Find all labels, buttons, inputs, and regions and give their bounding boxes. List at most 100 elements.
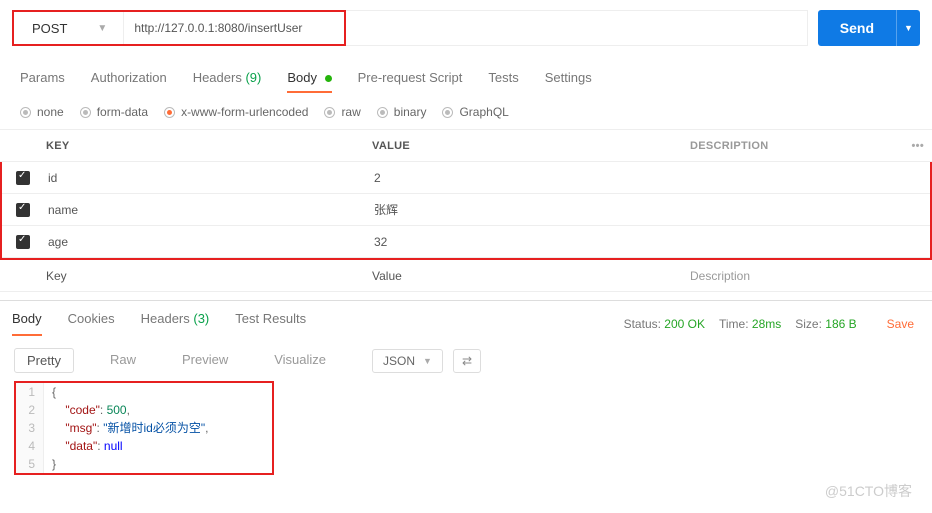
table-row: id 2 — [2, 162, 930, 194]
checkbox-checked-icon[interactable] — [16, 235, 30, 249]
rtab-cookies[interactable]: Cookies — [68, 311, 115, 336]
rtab-testresults[interactable]: Test Results — [235, 311, 306, 336]
view-visualize[interactable]: Visualize — [264, 348, 336, 373]
table-row: age 32 — [2, 226, 930, 258]
cell-key[interactable]: name — [44, 203, 374, 217]
line-number: 4 — [16, 437, 44, 455]
radio-label: GraphQL — [459, 105, 508, 119]
radio-label: binary — [394, 105, 427, 119]
radio-icon — [324, 107, 335, 118]
format-label: JSON — [383, 354, 415, 368]
dot-icon — [325, 75, 332, 82]
rtab-headers-label: Headers — [141, 311, 190, 326]
line-number: 3 — [16, 419, 44, 437]
tab-headers-label: Headers — [193, 70, 242, 85]
code-line: "data": null — [44, 437, 123, 455]
url-extra-space[interactable] — [346, 10, 807, 46]
radio-icon — [442, 107, 453, 118]
method-url-group: POST ▼ http://127.0.0.1:8080/insertUser — [12, 10, 346, 46]
send-label: Send — [818, 10, 896, 46]
response-panel: Body Cookies Headers (3) Test Results St… — [0, 300, 932, 475]
code-line: { — [44, 383, 56, 401]
code-line: "code": 500, — [44, 401, 130, 419]
radio-none[interactable]: none — [20, 105, 64, 119]
radio-label: raw — [341, 105, 360, 119]
tab-body-label: Body — [287, 70, 317, 85]
tab-prerequest[interactable]: Pre-request Script — [358, 70, 463, 93]
method-label: POST — [32, 21, 67, 36]
radio-graphql[interactable]: GraphQL — [442, 105, 508, 119]
time-label: Time: — [719, 317, 749, 331]
tab-settings[interactable]: Settings — [545, 70, 592, 93]
view-pretty[interactable]: Pretty — [14, 348, 74, 373]
placeholder-value[interactable]: Value — [372, 269, 690, 283]
placeholder-desc[interactable]: Description — [690, 269, 932, 283]
wrap-lines-icon[interactable]: ⇄ — [453, 349, 481, 373]
tab-tests[interactable]: Tests — [488, 70, 518, 93]
tab-authorization[interactable]: Authorization — [91, 70, 167, 93]
col-description: DESCRIPTION — [690, 140, 912, 152]
table-header-row: KEY VALUE DESCRIPTION ••• — [0, 130, 932, 162]
radio-binary[interactable]: binary — [377, 105, 427, 119]
code-line: "msg": "新增时id必须为空", — [44, 419, 208, 437]
save-button[interactable]: Save — [887, 317, 914, 331]
radio-label: none — [37, 105, 64, 119]
chevron-down-icon: ▼ — [423, 356, 432, 366]
body-type-radios: none form-data x-www-form-urlencoded raw… — [0, 101, 932, 129]
rtab-headers[interactable]: Headers (3) — [141, 311, 210, 336]
rheaders-count-badge: (3) — [193, 311, 209, 326]
method-select[interactable]: POST ▼ — [14, 12, 124, 44]
checkbox-checked-icon[interactable] — [16, 171, 30, 185]
format-select[interactable]: JSON ▼ — [372, 349, 443, 373]
code-line: } — [44, 455, 56, 473]
cell-key[interactable]: age — [44, 235, 374, 249]
cell-value[interactable]: 2 — [374, 171, 692, 185]
radio-icon-selected — [164, 107, 175, 118]
checkbox-checked-icon[interactable] — [16, 203, 30, 217]
col-key: KEY — [42, 140, 372, 152]
line-number: 5 — [16, 455, 44, 473]
send-button[interactable]: Send ▼ — [818, 10, 920, 46]
tab-body[interactable]: Body — [287, 70, 331, 93]
url-input[interactable]: http://127.0.0.1:8080/insertUser — [124, 12, 344, 44]
view-toolbar: Pretty Raw Preview Visualize JSON ▼ ⇄ — [0, 340, 932, 381]
kv-rows-highlight: id 2 name 张辉 age 32 — [0, 162, 932, 260]
view-modes: Pretty Raw Preview Visualize — [14, 348, 362, 373]
cell-key[interactable]: id — [44, 171, 374, 185]
view-preview[interactable]: Preview — [172, 348, 238, 373]
send-dropdown-icon[interactable]: ▼ — [896, 10, 920, 46]
kv-table: KEY VALUE DESCRIPTION ••• id 2 name 张辉 a… — [0, 129, 932, 292]
radio-label: x-www-form-urlencoded — [181, 105, 308, 119]
headers-count-badge: (9) — [245, 70, 261, 85]
cell-value[interactable]: 32 — [374, 235, 692, 249]
view-raw[interactable]: Raw — [100, 348, 146, 373]
status-label: Status: — [624, 317, 661, 331]
radio-icon — [377, 107, 388, 118]
line-number: 2 — [16, 401, 44, 419]
radio-raw[interactable]: raw — [324, 105, 360, 119]
chevron-down-icon: ▼ — [97, 23, 107, 34]
rtab-body[interactable]: Body — [12, 311, 42, 336]
status-bar: Status: 200 OK Time: 28ms Size: 186 B Sa… — [624, 317, 914, 331]
time-value: 28ms — [752, 317, 781, 331]
tab-headers[interactable]: Headers (9) — [193, 70, 262, 93]
radio-form-data[interactable]: form-data — [80, 105, 148, 119]
request-bar: POST ▼ http://127.0.0.1:8080/insertUser … — [0, 0, 932, 56]
status-value: 200 OK — [664, 317, 705, 331]
size-label: Size: — [795, 317, 822, 331]
radio-icon — [20, 107, 31, 118]
request-tabs: Params Authorization Headers (9) Body Pr… — [0, 56, 932, 101]
radio-urlencoded[interactable]: x-www-form-urlencoded — [164, 105, 308, 119]
tab-params[interactable]: Params — [20, 70, 65, 93]
line-number: 1 — [16, 383, 44, 401]
radio-label: form-data — [97, 105, 148, 119]
size-value: 186 B — [825, 317, 856, 331]
response-json-box: 1{ 2 "code": 500, 3 "msg": "新增时id必须为空", … — [14, 381, 274, 475]
table-row-placeholder[interactable]: Key Value Description — [0, 260, 932, 292]
cell-value[interactable]: 张辉 — [374, 201, 692, 218]
radio-icon — [80, 107, 91, 118]
more-icon[interactable]: ••• — [912, 140, 932, 152]
response-tabs: Body Cookies Headers (3) Test Results — [12, 311, 332, 336]
table-row: name 张辉 — [2, 194, 930, 226]
placeholder-key[interactable]: Key — [42, 269, 372, 283]
